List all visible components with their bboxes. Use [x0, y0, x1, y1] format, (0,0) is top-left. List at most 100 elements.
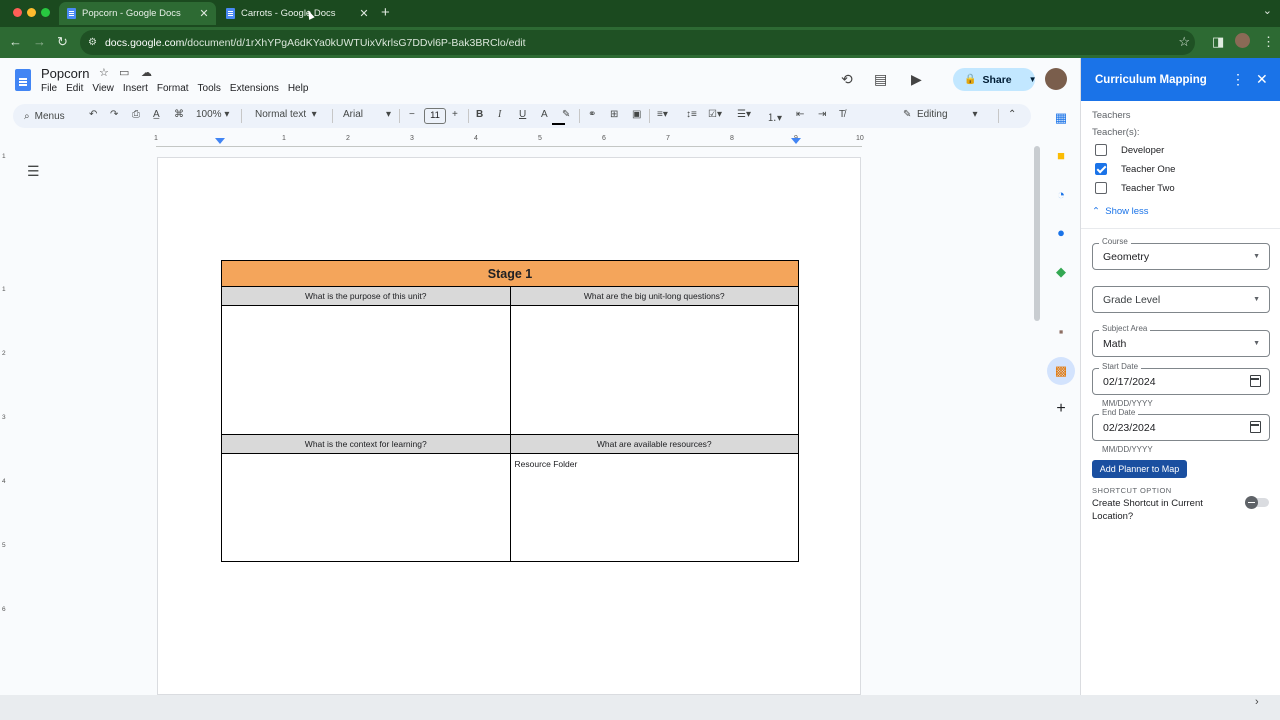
profile-avatar[interactable]: [1235, 33, 1250, 48]
document-title[interactable]: Popcorn: [41, 66, 89, 81]
menu-edit[interactable]: Edit: [66, 83, 83, 94]
resource-folder-text[interactable]: Resource Folder: [515, 459, 578, 469]
font-size-input[interactable]: 11: [424, 108, 446, 124]
menu-insert[interactable]: Insert: [123, 83, 148, 94]
style-select[interactable]: Normal text ▾: [255, 109, 317, 120]
menu-format[interactable]: Format: [157, 83, 189, 94]
start-date-field[interactable]: Start Date 02/17/2024: [1092, 362, 1270, 395]
menu-file[interactable]: File: [41, 83, 57, 94]
bookmark-star-icon[interactable]: ☆: [1178, 34, 1190, 50]
align-icon[interactable]: ≡▾: [657, 109, 668, 120]
maps-icon[interactable]: ◆: [1054, 265, 1068, 279]
window-zoom-button[interactable]: [41, 8, 50, 17]
checkbox[interactable]: [1095, 182, 1107, 194]
back-arrow-icon[interactable]: ←: [9, 34, 22, 49]
increase-indent-icon[interactable]: ⇥: [818, 109, 826, 120]
tab-close-icon[interactable]: ✕: [357, 7, 371, 20]
redo-icon[interactable]: ↷: [110, 109, 118, 120]
browser-tab-popcorn[interactable]: Popcorn - Google Docs ✕: [59, 2, 216, 25]
checkbox-checked[interactable]: [1095, 163, 1107, 175]
briefcase-icon[interactable]: ▪: [1054, 325, 1068, 339]
calendar-icon[interactable]: ▦: [1054, 111, 1068, 125]
share-button[interactable]: 🔒 Share ▼: [953, 68, 1037, 91]
add-addon-icon[interactable]: +: [1054, 401, 1068, 417]
decrease-indent-icon[interactable]: ⇤: [796, 109, 804, 120]
meet-video-icon[interactable]: ▶: [911, 71, 922, 88]
chevron-right-icon[interactable]: ›: [1255, 696, 1259, 708]
underline-icon[interactable]: U: [519, 109, 526, 120]
document-page[interactable]: Stage 1 What is the purpose of this unit…: [157, 157, 861, 695]
reload-icon[interactable]: ↻: [57, 34, 68, 50]
checklist-icon[interactable]: ☑▾: [708, 109, 722, 120]
curriculum-mapping-addon-icon[interactable]: ▩: [1054, 364, 1068, 378]
shortcut-toggle[interactable]: [1245, 496, 1269, 509]
question-resources[interactable]: What are available resources?: [509, 434, 799, 454]
tab-search-chevron-icon[interactable]: ⌄: [1263, 4, 1272, 17]
menu-view[interactable]: View: [92, 83, 114, 94]
end-date-field[interactable]: End Date 02/23/2024: [1092, 408, 1270, 441]
question-context[interactable]: What is the context for learning?: [221, 434, 511, 454]
course-select[interactable]: Course Geometry ▼: [1092, 237, 1270, 270]
account-avatar[interactable]: [1045, 68, 1067, 90]
print-icon[interactable]: ⎙: [132, 109, 140, 120]
decrease-font-size-icon[interactable]: −: [409, 109, 415, 120]
zoom-select[interactable]: 100% ▾: [196, 109, 229, 120]
clear-formatting-icon[interactable]: T̸: [839, 109, 845, 120]
increase-font-size-icon[interactable]: +: [452, 109, 458, 120]
new-tab-icon[interactable]: +: [381, 4, 390, 21]
menu-help[interactable]: Help: [288, 83, 309, 94]
document-outline-icon[interactable]: ☰: [27, 163, 40, 180]
version-history-icon[interactable]: ⟲: [841, 71, 853, 88]
contacts-icon[interactable]: ●: [1054, 226, 1068, 240]
comments-icon[interactable]: ▤: [874, 71, 887, 88]
insert-link-icon[interactable]: ⚭: [588, 109, 596, 120]
subject-area-select[interactable]: Subject Area Math ▼: [1092, 324, 1270, 357]
menu-tools[interactable]: Tools: [198, 83, 221, 94]
calendar-icon[interactable]: [1250, 421, 1261, 433]
forward-arrow-icon[interactable]: →: [33, 34, 46, 49]
spellcheck-icon[interactable]: A̲: [153, 109, 160, 120]
tasks-icon[interactable]: ◔: [1054, 188, 1068, 202]
side-panel-icon[interactable]: ◨: [1212, 34, 1224, 50]
browser-tab-carrots[interactable]: Carrots - Google Docs ✕: [218, 2, 376, 25]
checkbox[interactable]: [1095, 144, 1107, 156]
answer-cell-context[interactable]: [221, 453, 511, 562]
tab-close-icon[interactable]: ✕: [197, 7, 211, 20]
window-close-button[interactable]: [13, 8, 22, 17]
add-planner-to-map-button[interactable]: Add Planner to Map: [1092, 460, 1187, 478]
undo-icon[interactable]: ↶: [89, 109, 97, 120]
question-purpose[interactable]: What is the purpose of this unit?: [221, 286, 511, 306]
left-indent-marker[interactable]: [215, 138, 225, 144]
highlight-color-icon[interactable]: ✎: [562, 109, 570, 120]
paint-format-icon[interactable]: ⌘: [174, 109, 184, 120]
bottom-horizontal-scrollbar[interactable]: [0, 695, 1280, 720]
teacher-option-teacher-two[interactable]: Teacher Two: [1095, 182, 1175, 194]
browser-menu-icon[interactable]: ⋮: [1262, 34, 1275, 50]
text-color-icon[interactable]: A: [541, 109, 548, 120]
google-docs-logo-icon[interactable]: [15, 69, 31, 91]
search-menus-button[interactable]: ⌕ Menus: [18, 107, 78, 125]
question-big-questions[interactable]: What are the big unit-long questions?: [509, 286, 799, 306]
move-folder-icon[interactable]: ▭: [119, 66, 129, 79]
right-indent-marker[interactable]: [791, 138, 801, 144]
bold-icon[interactable]: B: [476, 109, 483, 120]
stage-heading-cell[interactable]: Stage 1: [221, 260, 799, 287]
chevron-down-icon[interactable]: ▾: [386, 109, 391, 120]
teacher-option-teacher-one[interactable]: Teacher One: [1095, 163, 1175, 175]
star-icon[interactable]: ☆: [99, 66, 109, 79]
font-select[interactable]: Arial: [343, 109, 363, 120]
keep-icon[interactable]: ■: [1054, 149, 1068, 163]
menu-extensions[interactable]: Extensions: [230, 83, 279, 94]
url-omnibox[interactable]: ⚙ docs.google.com/document/d/1rXhYPgA6dK…: [80, 30, 1195, 55]
teacher-option-developer[interactable]: Developer: [1095, 144, 1164, 156]
collapse-menus-icon[interactable]: ⌃: [1008, 109, 1016, 120]
editing-mode-select[interactable]: ✎ Editing ▾: [903, 109, 978, 120]
bulleted-list-icon[interactable]: ☰▾: [737, 109, 751, 120]
grade-level-select[interactable]: Grade Level ▼: [1092, 286, 1270, 313]
calendar-icon[interactable]: [1250, 375, 1261, 387]
insert-image-icon[interactable]: ▣: [632, 109, 641, 120]
italic-icon[interactable]: I: [498, 109, 501, 120]
add-comment-icon[interactable]: ⊞: [610, 109, 618, 120]
site-info-icon[interactable]: ⚙: [88, 37, 97, 48]
answer-cell-purpose[interactable]: [221, 305, 511, 435]
